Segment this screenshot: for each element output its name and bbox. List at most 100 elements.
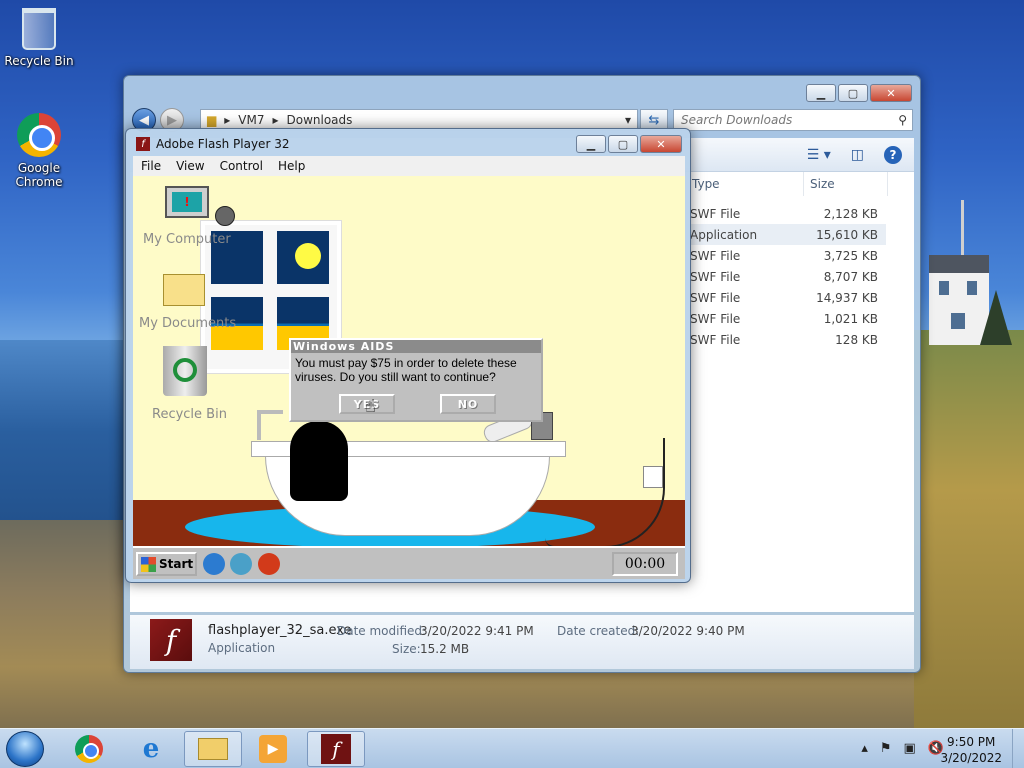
table-row[interactable]: SWF File 1,021 KB: [686, 308, 886, 329]
taskbar-chrome[interactable]: [60, 731, 118, 767]
preview-pane-icon[interactable]: ◫: [851, 147, 864, 163]
file-size: 14,937 KB: [816, 290, 878, 305]
network-icon[interactable]: [230, 553, 252, 575]
stage-recycle-bin-label: Recycle Bin: [152, 407, 227, 422]
date-modified-label: Date modified:: [337, 624, 427, 638]
help-icon[interactable]: ?: [884, 146, 902, 164]
menu-help[interactable]: Help: [278, 159, 305, 173]
pine-tree: [980, 290, 1012, 345]
menu-file[interactable]: File: [141, 159, 161, 173]
clock-time: 9:50 PM: [947, 735, 996, 749]
table-row[interactable]: SWF File 3,725 KB: [686, 245, 886, 266]
table-row[interactable]: Application 15,610 KB: [686, 224, 886, 245]
dialog-message: You must pay $75 in order to delete thes…: [295, 356, 517, 384]
file-type: SWF File: [690, 248, 741, 263]
minimize-button[interactable]: ▁: [806, 84, 836, 102]
menu-view[interactable]: View: [176, 159, 204, 173]
chevron-down-icon[interactable]: ▾: [625, 113, 631, 127]
column-header-type[interactable]: Type: [686, 172, 804, 196]
my-computer-icon[interactable]: !: [165, 186, 209, 218]
bomb-icon: [215, 206, 235, 226]
taskbar-flash-player[interactable]: f: [307, 731, 365, 767]
file-type: Application: [690, 227, 758, 242]
windows-aids-dialog[interactable]: Windows AIDS You must pay $75 in order t…: [289, 338, 543, 422]
file-type: SWF File: [690, 290, 741, 305]
desktop-recycle-bin[interactable]: Recycle Bin: [3, 8, 75, 68]
close-button[interactable]: ✕: [640, 135, 682, 153]
file-type: SWF File: [690, 206, 741, 221]
folder-icon: ▆: [207, 113, 217, 127]
internet-explorer-icon: e: [142, 734, 160, 764]
desktop-icon-label: Google Chrome: [15, 161, 63, 189]
file-size: 3,725 KB: [823, 248, 878, 263]
view-options-icon[interactable]: ☰ ▾: [807, 147, 831, 163]
chrome-icon: [75, 735, 103, 763]
date-modified-value: 3/20/2022 9:41 PM: [420, 624, 534, 638]
my-documents-icon[interactable]: [163, 274, 205, 306]
table-row[interactable]: SWF File 8,707 KB: [686, 266, 886, 287]
chrome-icon: [17, 113, 61, 157]
minimize-button[interactable]: ▁: [576, 135, 606, 153]
details-pane: f flashplayer_32_sa.exe Application Date…: [130, 615, 914, 669]
maximize-button[interactable]: ▢: [608, 135, 638, 153]
folder-icon: [198, 738, 228, 760]
virus-icon[interactable]: [258, 553, 280, 575]
breadcrumb-downloads[interactable]: Downloads: [287, 113, 353, 127]
media-player-icon: ▶: [259, 735, 287, 763]
ie-icon[interactable]: [203, 553, 225, 575]
breadcrumb-vm7[interactable]: VM7: [238, 113, 264, 127]
action-center-flag-icon[interactable]: ⚑: [880, 741, 892, 756]
system-tray: ▴ ⚑ ▣ 🔇: [861, 741, 944, 756]
flash-stage[interactable]: ! My Computer My Documents Recycle Bin W…: [133, 176, 685, 579]
menu-bar: File View Control Help: [133, 156, 685, 176]
search-placeholder: Search Downloads: [681, 113, 793, 127]
stage-recycle-bin-icon[interactable]: [163, 346, 207, 396]
no-button[interactable]: NO: [440, 394, 496, 414]
show-desktop-button[interactable]: [1012, 729, 1024, 768]
taskbar-clock[interactable]: 9:50 PM 3/20/2022: [940, 734, 1002, 766]
date-created-value: 3/20/2022 9:40 PM: [631, 624, 745, 638]
size-value: 15.2 MB: [420, 642, 470, 656]
taskbar-explorer[interactable]: [184, 731, 242, 767]
flash-player-window[interactable]: f Adobe Flash Player 32 ▁ ▢ ✕ File View …: [125, 128, 691, 583]
table-row[interactable]: SWF File 2,128 KB: [686, 203, 886, 224]
close-button[interactable]: ✕: [870, 84, 912, 102]
size-label: Size:: [392, 642, 421, 656]
search-input[interactable]: Search Downloads ⚲: [673, 109, 913, 131]
taskbar-ie[interactable]: e: [122, 731, 180, 767]
file-size: 8,707 KB: [823, 269, 878, 284]
chevron-up-icon[interactable]: ▴: [861, 741, 868, 756]
menu-control[interactable]: Control: [220, 159, 263, 173]
flash-logo-icon: f: [136, 137, 150, 151]
stage-taskbar: Start 00:00: [133, 546, 685, 579]
file-type: SWF File: [690, 332, 741, 347]
faucet: [257, 410, 283, 440]
stage-start-button[interactable]: Start: [136, 552, 197, 576]
file-size: 15,610 KB: [816, 227, 878, 242]
flash-file-icon: f: [150, 619, 192, 661]
recycle-bin-icon: [22, 8, 56, 50]
flash-window-controls: ▁ ▢ ✕: [576, 135, 682, 153]
chevron-right-icon: ▸: [272, 113, 279, 127]
taskbar-media-player[interactable]: ▶: [244, 731, 302, 767]
column-header-size[interactable]: Size: [804, 172, 888, 196]
flash-icon: f: [321, 734, 351, 764]
network-icon[interactable]: ▣: [904, 741, 916, 756]
dialog-title: Windows AIDS: [291, 340, 541, 353]
table-row[interactable]: SWF File 128 KB: [686, 329, 886, 350]
file-type: SWF File: [690, 269, 741, 284]
window-title: Adobe Flash Player 32: [156, 137, 290, 151]
my-documents-label: My Documents: [139, 316, 237, 331]
start-orb[interactable]: [6, 731, 44, 767]
stage-clock: 00:00: [612, 552, 678, 576]
desktop-google-chrome[interactable]: Google Chrome: [3, 113, 75, 189]
file-size: 2,128 KB: [823, 206, 878, 221]
table-row[interactable]: SWF File 14,937 KB: [686, 287, 886, 308]
windows-logo-icon: [141, 556, 156, 572]
wall-outlet: [643, 466, 663, 488]
file-size: 128 KB: [835, 332, 878, 347]
maximize-button[interactable]: ▢: [838, 84, 868, 102]
start-label: Start: [159, 557, 194, 571]
grass: [914, 330, 1024, 730]
details-filename: flashplayer_32_sa.exe: [208, 623, 352, 638]
